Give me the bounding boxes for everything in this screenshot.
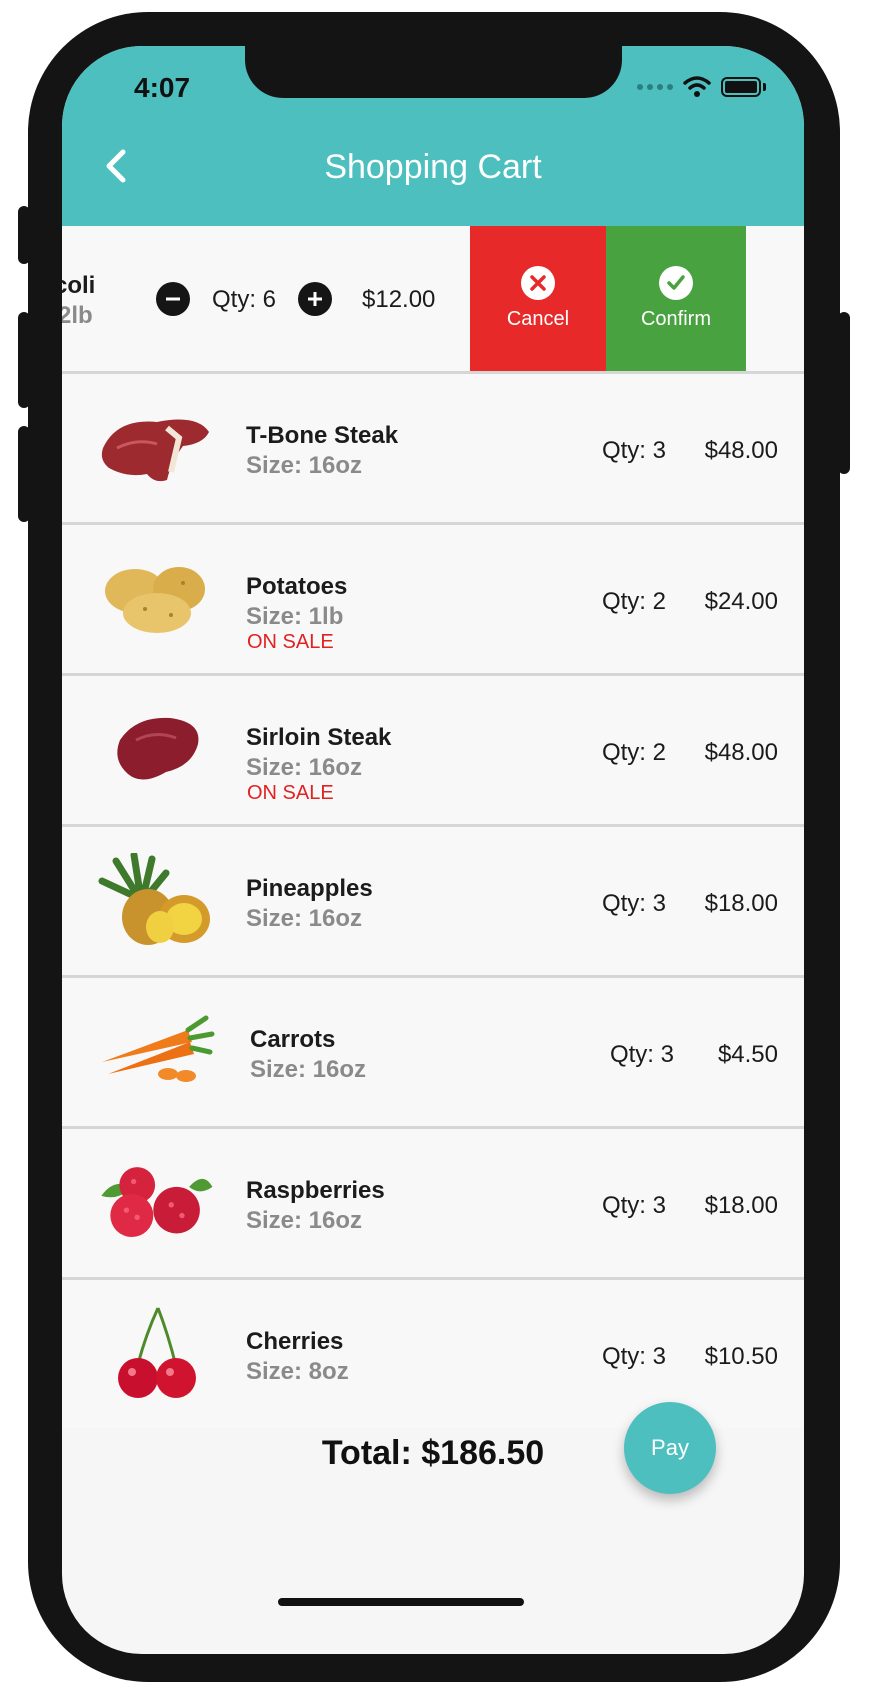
cart-row[interactable]: Potatoes Size: 1lb ON SALE Qty: 2 $24.00 <box>62 525 804 676</box>
item-name: Pineapples <box>246 875 373 902</box>
decrement-button[interactable] <box>156 282 190 316</box>
item-name: coli <box>62 272 96 299</box>
check-icon <box>659 266 693 300</box>
close-icon <box>521 266 555 300</box>
item-quantity: Qty: 3 <box>601 890 666 917</box>
item-quantity: Qty: 2 <box>601 588 666 615</box>
item-size: Size: 1lb <box>246 603 344 630</box>
item-quantity: Qty: 3 <box>601 437 666 464</box>
increment-button[interactable] <box>298 282 332 316</box>
item-quantity: Qty: 3 <box>601 1343 666 1370</box>
quantity-value: Qty: 6 <box>212 286 277 313</box>
page-title: Shopping Cart <box>324 148 542 186</box>
cart-row[interactable]: Cherries Size: 8oz Qty: 3 $10.50 <box>62 1280 804 1428</box>
item-name: Carrots <box>250 1026 336 1053</box>
pay-button[interactable]: Pay <box>624 1402 716 1494</box>
item-price: $12.00 <box>362 286 436 313</box>
cart-row[interactable]: Pineapples Size: 16oz Qty: 3 $18.00 <box>62 827 804 978</box>
phone-power-button <box>838 312 850 474</box>
t-bone-steak-image <box>96 398 216 498</box>
item-size: Size: 16oz <box>246 1207 363 1234</box>
cart-list: coli 2lb Qty: 6 $12.00 Cancel Confirm <box>62 226 804 1428</box>
item-price: $48.00 <box>704 437 778 464</box>
item-price: $18.00 <box>704 890 778 917</box>
status-time: 4:07 <box>134 72 191 103</box>
cart-row-swiped[interactable]: coli 2lb Qty: 6 $12.00 Cancel Confirm <box>62 226 804 374</box>
item-price: $24.00 <box>704 588 778 615</box>
cart-row[interactable]: Carrots Size: 16oz Qty: 3 $4.50 <box>62 978 804 1129</box>
potatoes-image <box>96 549 216 649</box>
item-name: T-Bone Steak <box>246 422 399 449</box>
phone-side-button <box>18 206 30 264</box>
item-size: Size: 16oz <box>246 452 363 479</box>
plus-icon <box>308 292 322 306</box>
item-name: Potatoes <box>246 573 348 600</box>
item-price: $48.00 <box>704 739 778 766</box>
phone-screen: 4:07 Shopping Cart coli 2lb Qty: <box>62 46 804 1654</box>
item-name: Cherries <box>246 1328 344 1355</box>
signal-icon <box>637 84 673 90</box>
notch <box>245 46 622 98</box>
minus-icon <box>166 297 180 301</box>
phone-volume-down-button <box>18 426 30 522</box>
raspberries-image <box>96 1153 216 1253</box>
confirm-button[interactable]: Confirm <box>606 226 746 371</box>
item-quantity: Qty: 3 <box>609 1041 674 1068</box>
cherries-image <box>96 1304 216 1404</box>
item-size: Size: 16oz <box>246 905 363 932</box>
battery-icon <box>721 77 761 97</box>
cancel-label: Cancel <box>506 308 570 330</box>
phone-volume-up-button <box>18 312 30 408</box>
confirm-label: Confirm <box>640 308 711 330</box>
item-quantity: Qty: 2 <box>601 739 666 766</box>
wifi-icon <box>683 76 711 97</box>
status-icons <box>637 76 766 98</box>
item-size: 2lb <box>62 302 93 329</box>
sale-badge: ON SALE <box>247 631 334 653</box>
cart-row[interactable]: Sirloin Steak Size: 16oz ON SALE Qty: 2 … <box>62 676 804 827</box>
item-price: $4.50 <box>717 1041 778 1068</box>
pineapple-image <box>96 851 216 951</box>
item-price: $18.00 <box>704 1192 778 1219</box>
cancel-button[interactable]: Cancel <box>470 226 606 371</box>
home-indicator[interactable] <box>278 1598 524 1606</box>
item-size: Size: 16oz <box>250 1056 367 1083</box>
item-quantity: Qty: 3 <box>601 1192 666 1219</box>
item-name: Raspberries <box>246 1177 385 1204</box>
item-size: Size: 8oz <box>246 1358 349 1385</box>
carrots-image <box>96 1002 216 1102</box>
item-name: Sirloin Steak <box>246 724 392 751</box>
sirloin-steak-image <box>96 700 216 800</box>
cart-row[interactable]: T-Bone Steak Size: 16oz Qty: 3 $48.00 <box>62 374 804 525</box>
cart-row[interactable]: Raspberries Size: 16oz Qty: 3 $18.00 <box>62 1129 804 1280</box>
sale-badge: ON SALE <box>247 782 334 804</box>
battery-tip <box>763 83 766 91</box>
item-size: Size: 16oz <box>246 754 363 781</box>
item-price: $10.50 <box>704 1343 778 1370</box>
